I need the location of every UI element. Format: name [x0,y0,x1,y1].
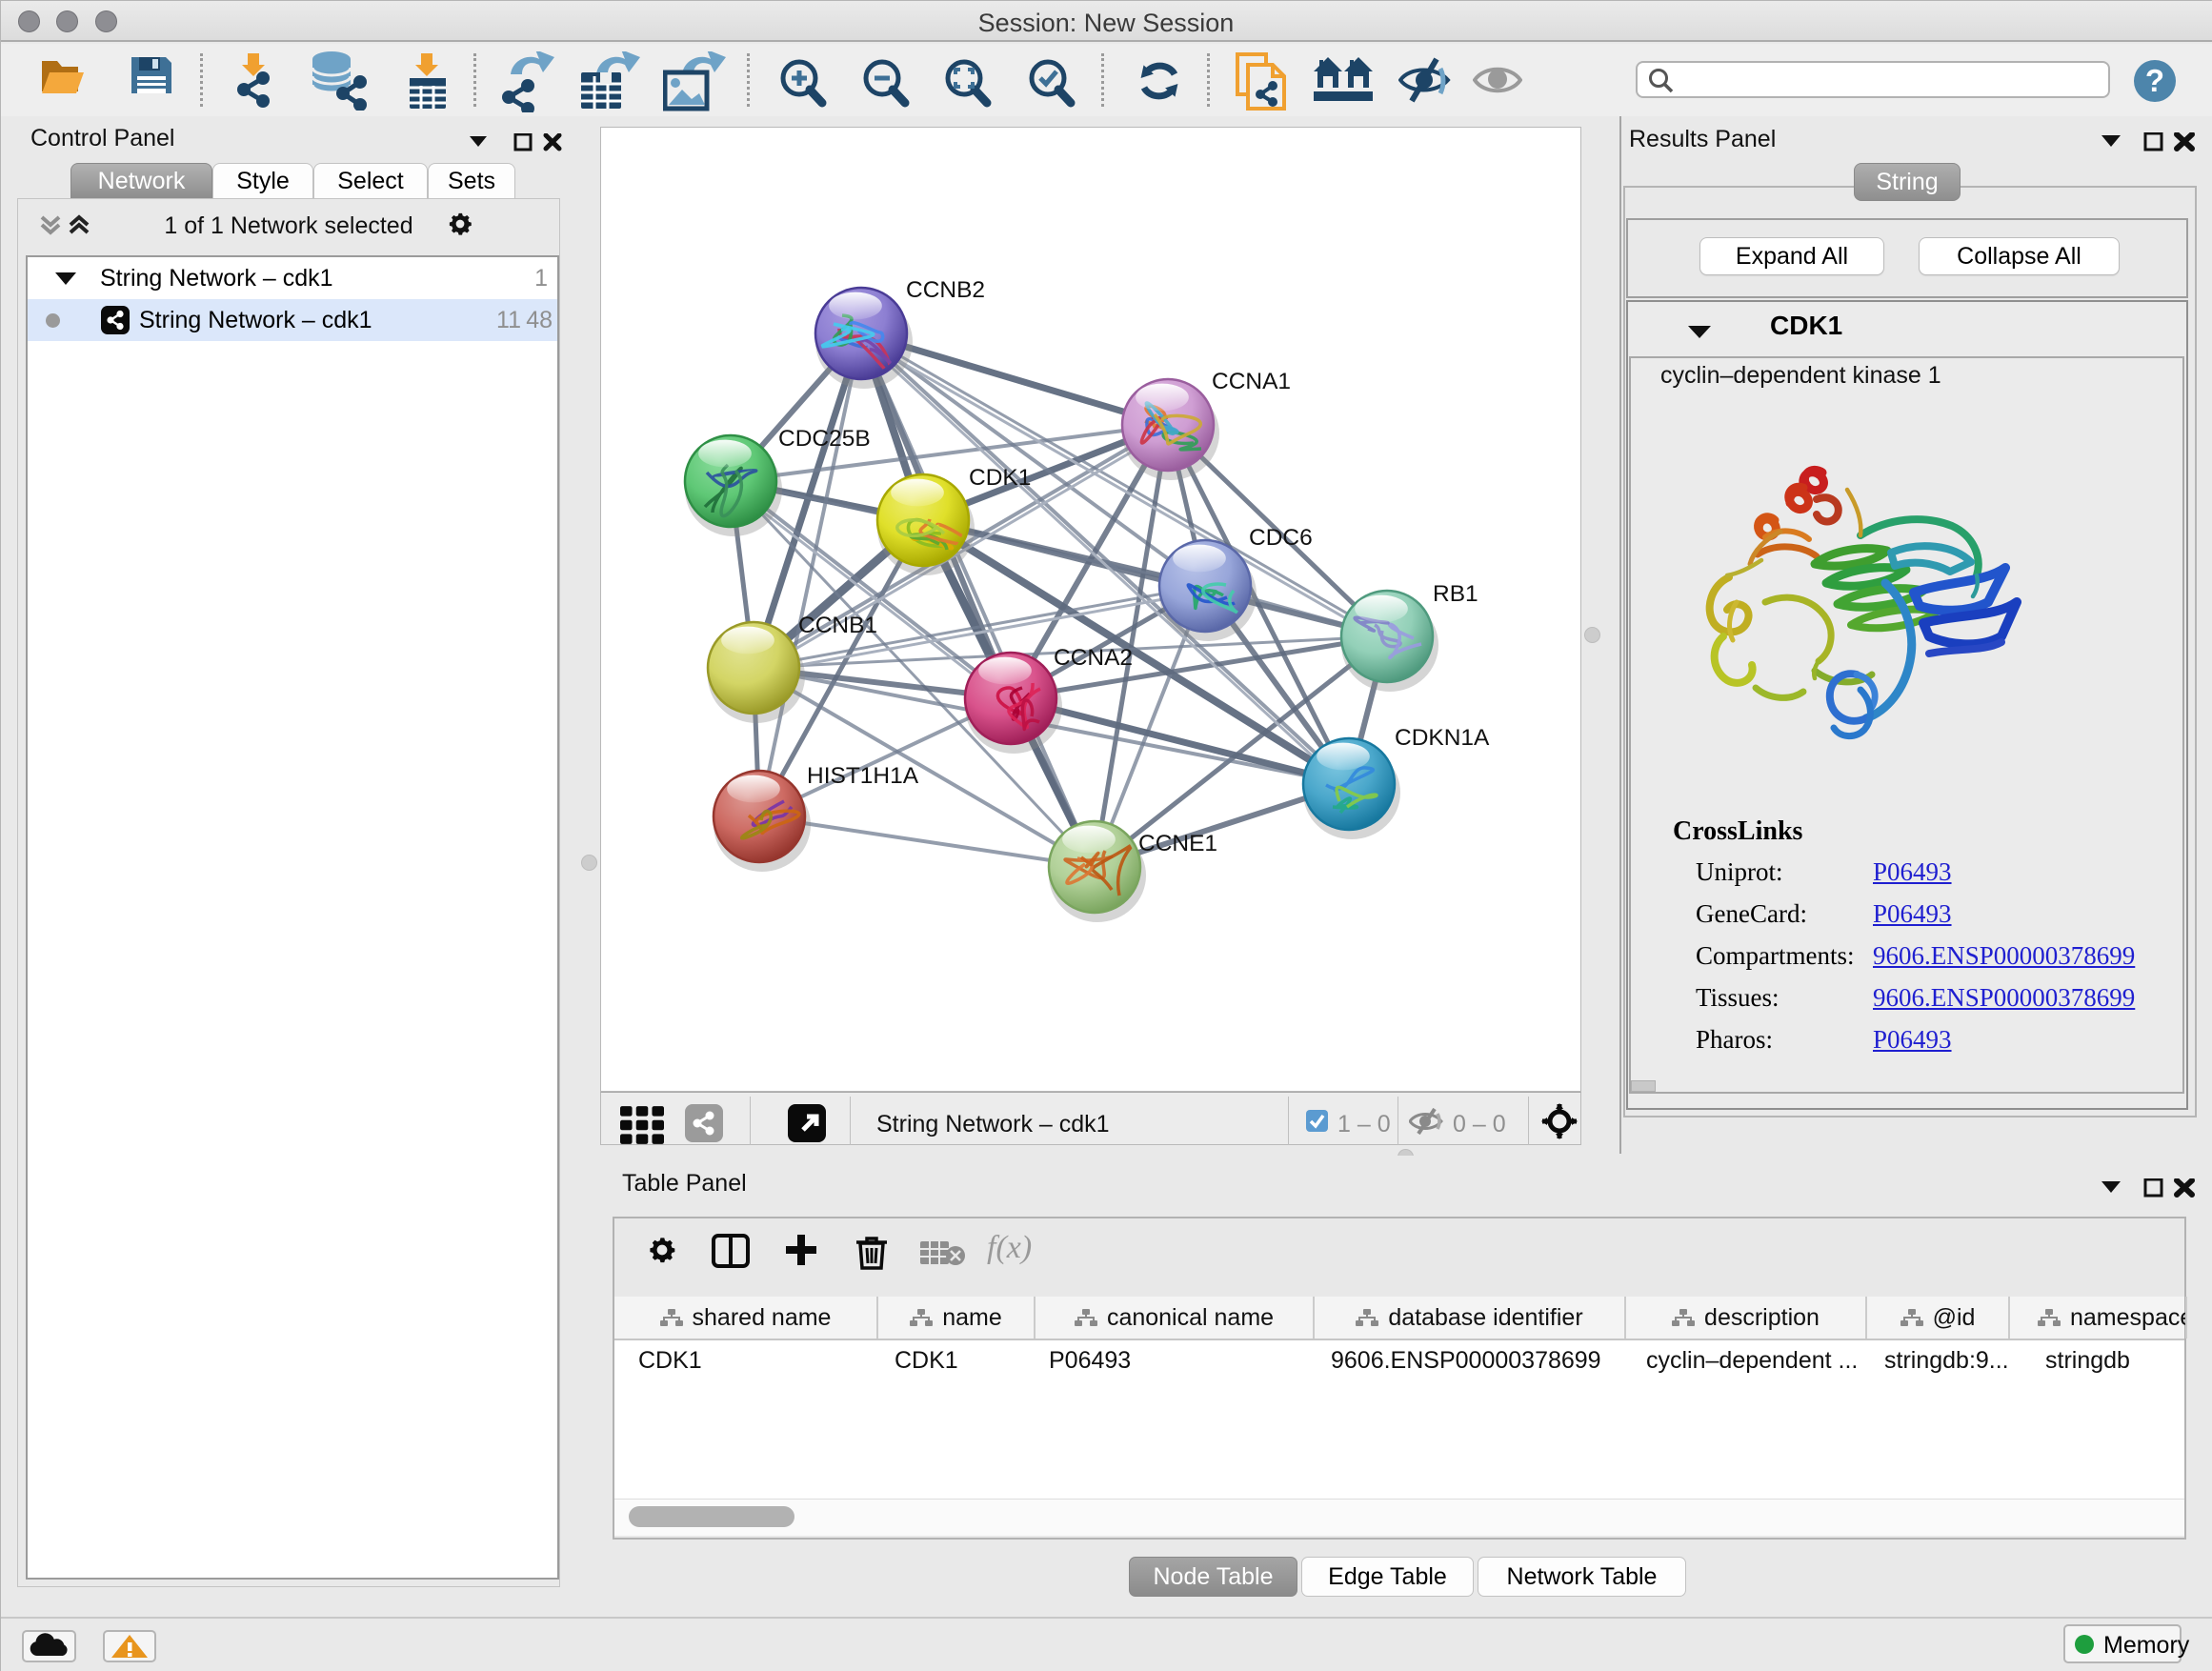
svg-text:HIST1H1A: HIST1H1A [807,763,919,789]
svg-text:CCNE1: CCNE1 [1138,831,1217,856]
svg-text:CDC25B: CDC25B [778,426,871,452]
svg-text:CCNA2: CCNA2 [1054,645,1133,671]
svg-text:CDC6: CDC6 [1249,525,1313,551]
svg-text:CCNB2: CCNB2 [906,277,985,303]
svg-text:CCNA1: CCNA1 [1212,369,1291,394]
svg-text:CCNB1: CCNB1 [798,613,877,638]
svg-text:CDK1: CDK1 [969,465,1031,491]
svg-text:RB1: RB1 [1433,581,1478,607]
svg-text:CDKN1A: CDKN1A [1395,725,1490,751]
